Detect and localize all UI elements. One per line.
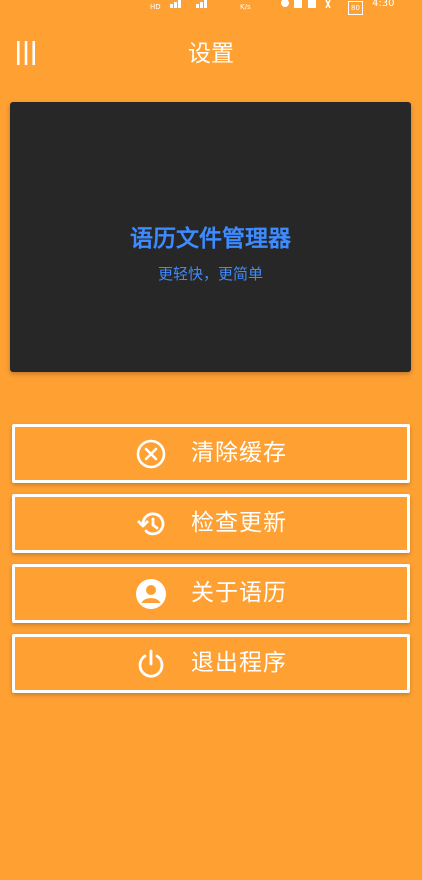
page-title: 设置 [188,41,234,67]
banner-subtitle: 更轻快，更简单 [157,265,263,283]
banner-title: 语历文件管理器 [130,226,291,252]
clear-cache-label: 清除缓存 [191,440,287,466]
check-update-label: 检查更新 [191,510,287,536]
hd-indicator: HD [150,3,161,11]
about-label: 关于语历 [191,580,287,606]
exit-button[interactable]: 退出程序 [12,634,410,693]
check-update-button[interactable]: 检查更新 [12,494,410,553]
power-icon [138,649,164,678]
app-bar: 设置 [0,22,422,84]
app-banner: 语历文件管理器 更轻快，更简单 [10,102,411,372]
battery-icon: 80 [348,1,363,15]
clear-cache-icon [136,439,166,469]
clear-cache-button[interactable]: 清除缓存 [12,424,410,483]
history-icon [137,512,165,536]
notification-icons [281,0,331,8]
about-button[interactable]: 关于语历 [12,564,410,623]
status-bar: HD K/s 80 4:30 [0,0,422,15]
signal-icon [170,0,207,8]
clock: 4:30 [372,0,395,9]
exit-label: 退出程序 [191,650,287,676]
account-icon [136,579,166,609]
network-speed: K/s [240,3,251,11]
